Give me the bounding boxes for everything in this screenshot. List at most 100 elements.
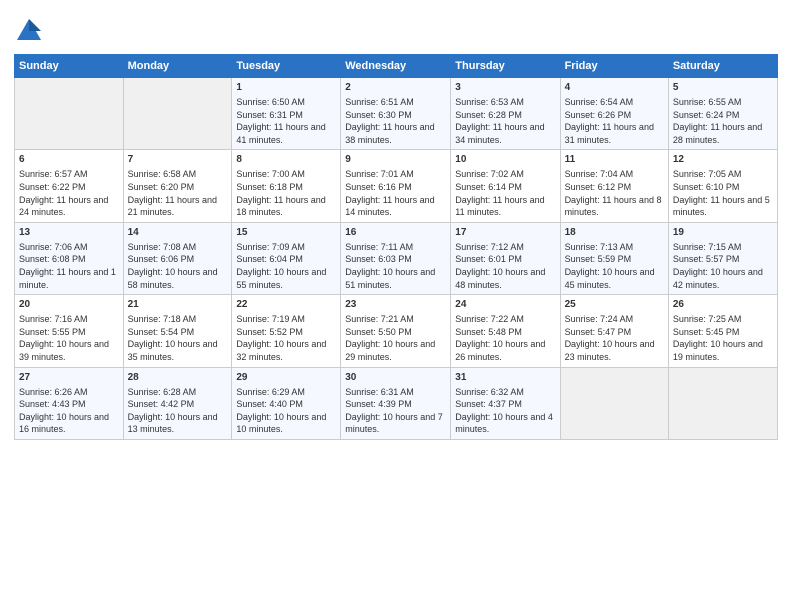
day-info: Sunset: 6:04 PM xyxy=(236,253,336,266)
day-cell: 13Sunrise: 7:06 AMSunset: 6:08 PMDayligh… xyxy=(15,222,124,294)
day-number: 25 xyxy=(565,298,664,312)
day-info: Sunrise: 7:05 AM xyxy=(673,168,773,181)
day-cell: 24Sunrise: 7:22 AMSunset: 5:48 PMDayligh… xyxy=(451,295,560,367)
day-number: 17 xyxy=(455,226,555,240)
day-info: Sunrise: 6:29 AM xyxy=(236,386,336,399)
day-number: 9 xyxy=(345,153,446,167)
day-number: 28 xyxy=(128,371,228,385)
day-info: Daylight: 11 hours and 24 minutes. xyxy=(19,194,119,219)
header-row: SundayMondayTuesdayWednesdayThursdayFrid… xyxy=(15,55,778,78)
day-number: 11 xyxy=(565,153,664,167)
day-number: 6 xyxy=(19,153,119,167)
day-info: Sunrise: 6:26 AM xyxy=(19,386,119,399)
day-info: Sunrise: 6:53 AM xyxy=(455,96,555,109)
day-number: 2 xyxy=(345,81,446,95)
day-info: Sunrise: 6:51 AM xyxy=(345,96,446,109)
day-info: Sunset: 5:55 PM xyxy=(19,326,119,339)
day-info: Sunset: 6:26 PM xyxy=(565,109,664,122)
day-number: 18 xyxy=(565,226,664,240)
week-row-1: 1Sunrise: 6:50 AMSunset: 6:31 PMDaylight… xyxy=(15,78,778,150)
day-info: Daylight: 11 hours and 21 minutes. xyxy=(128,194,228,219)
day-info: Sunrise: 7:25 AM xyxy=(673,313,773,326)
day-header-saturday: Saturday xyxy=(668,55,777,78)
day-info: Sunset: 6:03 PM xyxy=(345,253,446,266)
day-info: Daylight: 10 hours and 58 minutes. xyxy=(128,266,228,291)
day-info: Daylight: 10 hours and 13 minutes. xyxy=(128,411,228,436)
week-row-2: 6Sunrise: 6:57 AMSunset: 6:22 PMDaylight… xyxy=(15,150,778,222)
day-info: Sunrise: 6:31 AM xyxy=(345,386,446,399)
day-number: 1 xyxy=(236,81,336,95)
day-cell: 26Sunrise: 7:25 AMSunset: 5:45 PMDayligh… xyxy=(668,295,777,367)
day-info: Sunrise: 6:55 AM xyxy=(673,96,773,109)
day-info: Sunrise: 7:18 AM xyxy=(128,313,228,326)
day-cell: 28Sunrise: 6:28 AMSunset: 4:42 PMDayligh… xyxy=(123,367,232,439)
day-cell: 19Sunrise: 7:15 AMSunset: 5:57 PMDayligh… xyxy=(668,222,777,294)
day-info: Sunrise: 7:13 AM xyxy=(565,241,664,254)
day-info: Daylight: 11 hours and 18 minutes. xyxy=(236,194,336,219)
day-cell: 1Sunrise: 6:50 AMSunset: 6:31 PMDaylight… xyxy=(232,78,341,150)
day-info: Sunrise: 7:08 AM xyxy=(128,241,228,254)
day-info: Daylight: 10 hours and 16 minutes. xyxy=(19,411,119,436)
day-info: Sunset: 5:52 PM xyxy=(236,326,336,339)
page: SundayMondayTuesdayWednesdayThursdayFrid… xyxy=(0,0,792,612)
day-info: Daylight: 10 hours and 48 minutes. xyxy=(455,266,555,291)
day-cell: 18Sunrise: 7:13 AMSunset: 5:59 PMDayligh… xyxy=(560,222,668,294)
day-number: 7 xyxy=(128,153,228,167)
day-info: Sunset: 5:59 PM xyxy=(565,253,664,266)
day-info: Sunrise: 6:58 AM xyxy=(128,168,228,181)
day-info: Sunset: 5:48 PM xyxy=(455,326,555,339)
day-cell: 17Sunrise: 7:12 AMSunset: 6:01 PMDayligh… xyxy=(451,222,560,294)
day-header-monday: Monday xyxy=(123,55,232,78)
day-info: Daylight: 10 hours and 42 minutes. xyxy=(673,266,773,291)
day-cell: 6Sunrise: 6:57 AMSunset: 6:22 PMDaylight… xyxy=(15,150,124,222)
day-info: Daylight: 11 hours and 31 minutes. xyxy=(565,121,664,146)
day-info: Sunrise: 6:50 AM xyxy=(236,96,336,109)
day-info: Sunset: 5:47 PM xyxy=(565,326,664,339)
day-info: Sunset: 6:22 PM xyxy=(19,181,119,194)
day-info: Sunset: 5:45 PM xyxy=(673,326,773,339)
day-info: Daylight: 10 hours and 51 minutes. xyxy=(345,266,446,291)
day-number: 26 xyxy=(673,298,773,312)
day-cell: 11Sunrise: 7:04 AMSunset: 6:12 PMDayligh… xyxy=(560,150,668,222)
day-number: 15 xyxy=(236,226,336,240)
day-cell xyxy=(560,367,668,439)
day-number: 21 xyxy=(128,298,228,312)
day-info: Sunrise: 6:54 AM xyxy=(565,96,664,109)
day-info: Sunset: 6:30 PM xyxy=(345,109,446,122)
day-info: Sunset: 4:43 PM xyxy=(19,398,119,411)
day-info: Sunset: 4:39 PM xyxy=(345,398,446,411)
day-info: Daylight: 11 hours and 11 minutes. xyxy=(455,194,555,219)
day-info: Sunrise: 7:09 AM xyxy=(236,241,336,254)
day-cell: 30Sunrise: 6:31 AMSunset: 4:39 PMDayligh… xyxy=(341,367,451,439)
day-number: 20 xyxy=(19,298,119,312)
day-info: Sunset: 5:50 PM xyxy=(345,326,446,339)
day-info: Sunset: 6:14 PM xyxy=(455,181,555,194)
calendar-table: SundayMondayTuesdayWednesdayThursdayFrid… xyxy=(14,54,778,440)
day-info: Sunset: 6:01 PM xyxy=(455,253,555,266)
day-cell: 22Sunrise: 7:19 AMSunset: 5:52 PMDayligh… xyxy=(232,295,341,367)
day-info: Sunrise: 7:11 AM xyxy=(345,241,446,254)
day-info: Sunrise: 6:28 AM xyxy=(128,386,228,399)
day-cell xyxy=(15,78,124,150)
day-info: Sunrise: 7:24 AM xyxy=(565,313,664,326)
day-cell: 20Sunrise: 7:16 AMSunset: 5:55 PMDayligh… xyxy=(15,295,124,367)
day-cell: 27Sunrise: 6:26 AMSunset: 4:43 PMDayligh… xyxy=(15,367,124,439)
day-info: Daylight: 10 hours and 35 minutes. xyxy=(128,338,228,363)
day-number: 14 xyxy=(128,226,228,240)
day-info: Daylight: 11 hours and 8 minutes. xyxy=(565,194,664,219)
day-number: 16 xyxy=(345,226,446,240)
day-info: Sunset: 4:42 PM xyxy=(128,398,228,411)
day-header-sunday: Sunday xyxy=(15,55,124,78)
day-info: Sunrise: 6:32 AM xyxy=(455,386,555,399)
day-info: Sunset: 6:08 PM xyxy=(19,253,119,266)
day-info: Daylight: 10 hours and 7 minutes. xyxy=(345,411,446,436)
day-info: Daylight: 11 hours and 34 minutes. xyxy=(455,121,555,146)
day-cell: 8Sunrise: 7:00 AMSunset: 6:18 PMDaylight… xyxy=(232,150,341,222)
day-info: Sunrise: 6:57 AM xyxy=(19,168,119,181)
day-number: 29 xyxy=(236,371,336,385)
day-info: Sunset: 5:57 PM xyxy=(673,253,773,266)
day-info: Daylight: 11 hours and 5 minutes. xyxy=(673,194,773,219)
day-number: 4 xyxy=(565,81,664,95)
logo xyxy=(14,16,48,46)
day-info: Sunset: 6:12 PM xyxy=(565,181,664,194)
